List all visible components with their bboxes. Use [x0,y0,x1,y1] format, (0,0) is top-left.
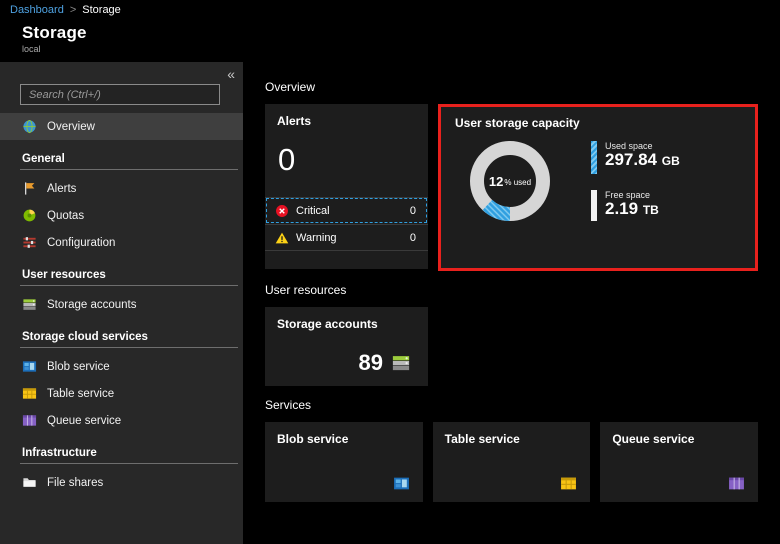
configuration-sliders-icon [22,235,37,250]
sidebar-item-storage-accounts[interactable]: Storage accounts [0,291,243,318]
critical-count: 0 [410,205,416,217]
sidebar: « Overview General Alerts Quotas Configu… [0,62,243,544]
blob-service-icon [392,475,411,492]
queue-service-tile-title: Queue service [600,422,758,446]
sidebar-item-overview[interactable]: Overview [0,113,243,140]
used-space-value: 297.84 [605,150,657,169]
page-title: Storage [22,23,780,43]
sidebar-item-configuration[interactable]: Configuration [0,229,243,256]
sidebar-item-file-shares[interactable]: File shares [0,469,243,496]
storage-accounts-tile[interactable]: Storage accounts 89 [265,307,428,386]
warning-count: 0 [410,232,416,244]
file-shares-folder-icon [22,475,37,490]
storage-accounts-count: 89 [359,350,383,376]
storage-accounts-tile-title: Storage accounts [265,307,428,331]
queue-service-tile[interactable]: Queue service [600,422,758,502]
alerts-tile-footer [265,251,428,269]
alerts-tile-title: Alerts [265,104,428,128]
storage-accounts-icon [390,353,412,373]
sidebar-item-label: Overview [47,121,95,133]
warning-icon [275,231,289,245]
alerts-tile[interactable]: Alerts 0 Critical 0 Warning 0 [265,104,428,269]
divider [20,285,238,286]
sidebar-item-label: Table service [47,388,114,400]
free-space-unit: TB [643,203,659,217]
search-input[interactable] [20,84,220,105]
dashboard-content: Overview Alerts 0 Critical 0 Warning 0 [243,62,780,544]
user-resources-heading: User resources [265,283,758,297]
table-service-icon [22,386,37,401]
table-service-tile[interactable]: Table service [433,422,591,502]
alerts-flag-icon [22,181,37,196]
used-space-stat: Used space 297.84 GB [591,141,680,174]
sidebar-item-quotas[interactable]: Quotas [0,202,243,229]
sidebar-item-table-service[interactable]: Table service [0,380,243,407]
queue-service-icon [22,413,37,428]
sidebar-section-general: General [0,140,243,169]
free-space-bar [591,190,597,221]
donut-center-label: 12 % used [467,138,553,224]
sidebar-item-label: Blob service [47,361,110,373]
alerts-total-count: 0 [265,128,428,197]
free-space-value: 2.19 [605,199,638,218]
queue-service-icon [727,475,746,492]
breadcrumb-current: Storage [82,4,121,16]
collapse-sidebar-icon[interactable]: « [227,67,235,81]
sidebar-item-label: Storage accounts [47,299,137,311]
sidebar-item-label: Queue service [47,415,121,427]
sidebar-section-user-resources: User resources [0,256,243,285]
services-heading: Services [265,398,758,412]
storage-accounts-icon [22,297,37,312]
blob-service-icon [22,359,37,374]
sidebar-item-label: Configuration [47,237,115,249]
sidebar-item-blob-service[interactable]: Blob service [0,353,243,380]
breadcrumb-separator: > [70,4,76,16]
sidebar-item-label: Alerts [47,183,76,195]
divider [20,169,238,170]
blob-service-tile[interactable]: Blob service [265,422,423,502]
used-percent-value: 12 [489,174,503,189]
user-storage-capacity-tile[interactable]: User storage capacity [438,104,758,271]
capacity-donut-chart: 12 % used [467,138,553,224]
sidebar-section-storage-cloud-services: Storage cloud services [0,318,243,347]
used-space-unit: GB [662,154,680,168]
overview-heading: Overview [265,80,758,94]
divider [20,347,238,348]
warning-label: Warning [296,232,337,244]
table-service-tile-title: Table service [433,422,591,446]
breadcrumb: Dashboard > Storage [0,0,780,20]
page-header: Storage local [0,20,780,62]
warning-alerts-row[interactable]: Warning 0 [265,224,428,251]
page-subtitle: local [22,44,780,54]
capacity-tile-title: User storage capacity [441,107,755,130]
blob-service-tile-title: Blob service [265,422,423,446]
table-service-icon [559,475,578,492]
free-space-stat: Free space 2.19 TB [591,190,680,221]
globe-icon [22,119,37,134]
sidebar-item-label: File shares [47,477,103,489]
sidebar-item-label: Quotas [47,210,84,222]
sidebar-item-alerts[interactable]: Alerts [0,175,243,202]
divider [20,463,238,464]
used-space-bar [591,141,597,174]
app-window: Dashboard > Storage Storage local « Over… [0,0,780,544]
used-percent-caption: % used [504,178,531,187]
critical-icon [275,204,289,218]
critical-label: Critical [296,205,330,217]
breadcrumb-dashboard-link[interactable]: Dashboard [10,4,64,16]
quotas-gauge-icon [22,208,37,223]
sidebar-item-queue-service[interactable]: Queue service [0,407,243,434]
critical-alerts-row[interactable]: Critical 0 [265,197,428,224]
sidebar-section-infrastructure: Infrastructure [0,434,243,463]
